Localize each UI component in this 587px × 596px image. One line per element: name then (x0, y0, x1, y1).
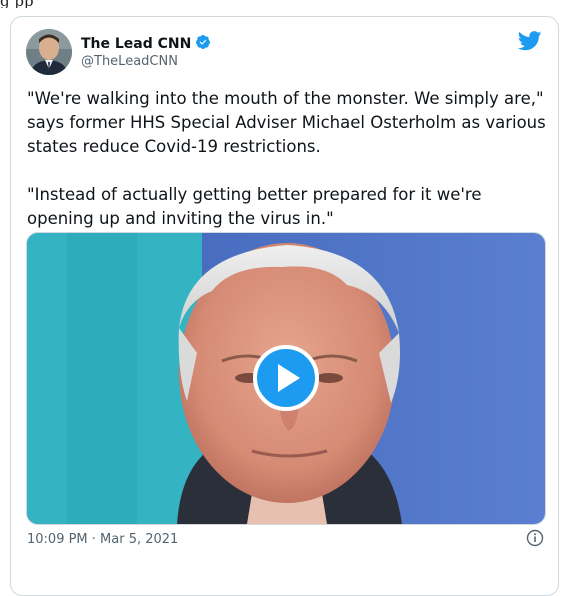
play-button[interactable] (253, 345, 319, 411)
avatar[interactable] (26, 29, 72, 75)
author-handle[interactable]: @TheLeadCNN (81, 54, 178, 69)
tweet-paragraph-2: "Instead of actually getting better prep… (27, 185, 482, 228)
tweet-card[interactable]: The Lead CNN @TheLeadCNN "We're walking … (10, 16, 559, 596)
author-display-name[interactable]: The Lead CNN (81, 36, 191, 52)
info-icon[interactable] (526, 529, 544, 547)
author-name-row[interactable]: The Lead CNN (81, 34, 211, 54)
verified-badge-icon (195, 34, 211, 54)
twitter-bird-icon[interactable] (517, 31, 542, 55)
tweet-text: "We're walking into the mouth of the mon… (27, 87, 547, 231)
tweet-timestamp[interactable]: 10:09 PM · Mar 5, 2021 (27, 532, 178, 547)
avatar-image (26, 29, 72, 75)
tweet-paragraph-1: "We're walking into the mouth of the mon… (27, 89, 546, 156)
page-fragment-text: g pp (0, 0, 587, 8)
play-icon (278, 364, 300, 392)
video-thumbnail[interactable] (26, 232, 546, 525)
